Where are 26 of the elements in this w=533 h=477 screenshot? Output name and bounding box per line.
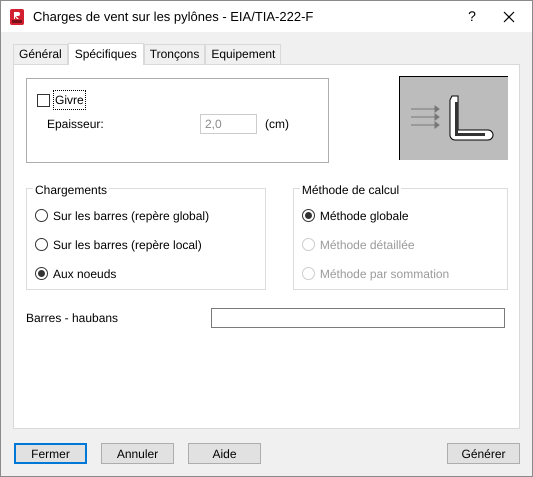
tab[interactable]: Général [13,44,68,64]
radio-button[interactable] [35,238,48,251]
app-icon [9,8,25,24]
guys-field[interactable] [211,308,505,328]
guys-label: Barres - haubans [26,310,120,327]
dialog-button[interactable]: Aide [188,443,261,464]
tab[interactable]: Equipement [205,44,282,64]
checkbox[interactable] [37,94,50,106]
option-label[interactable]: Sur les barres (repère global) [53,206,210,224]
radio-button[interactable] [35,209,48,222]
option-label[interactable]: Sur les barres (repère local) [53,236,202,254]
help-button[interactable]: ? [449,6,495,27]
option-label[interactable]: Aux noeuds [53,264,116,282]
tab[interactable]: Tronçons [144,44,206,64]
tab[interactable]: Spécifiques [68,43,144,65]
dialog-button[interactable]: Fermer [14,443,87,464]
ice-label[interactable]: Givre [54,91,85,109]
window-title: Charges de vent sur les pylônes - EIA/TIA-222-F [33,8,314,26]
dialog-button[interactable]: Annuler [101,443,174,464]
radio-button[interactable] [302,209,315,222]
unit-label: (cm) [265,116,289,133]
radio-button[interactable] [35,267,48,280]
option-label[interactable]: Méthode globale [320,206,409,224]
dialog-button[interactable]: Générer [447,443,520,464]
close-icon[interactable] [503,10,515,22]
thickness-label: Epaisseur: [47,116,105,133]
